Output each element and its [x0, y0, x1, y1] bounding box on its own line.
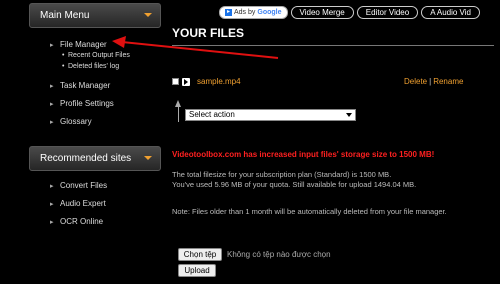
- annotation-arrow-icon: [112, 36, 279, 59]
